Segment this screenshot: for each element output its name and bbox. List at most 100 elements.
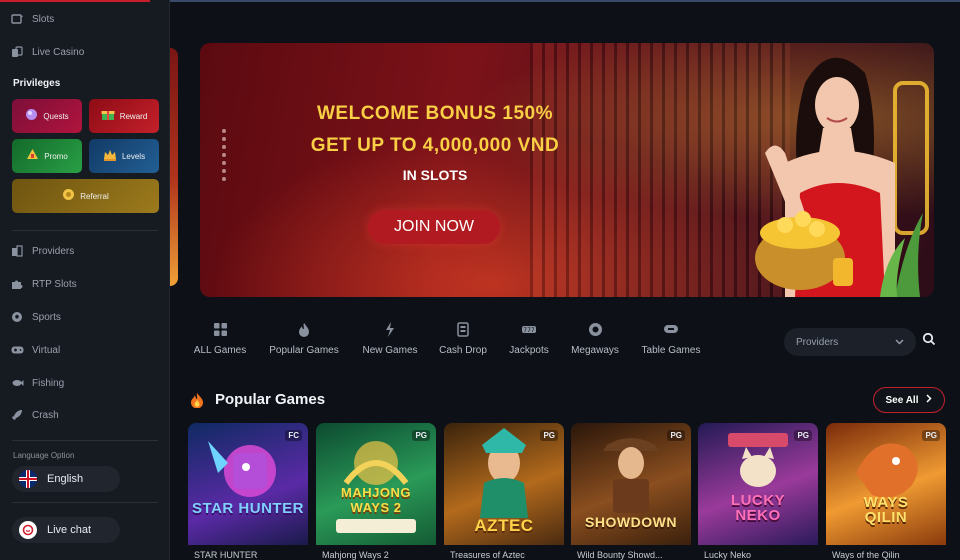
tab-table-games[interactable]: Table Games [634, 322, 708, 364]
privilege-label: Reward [119, 111, 148, 121]
fire-icon [190, 392, 204, 409]
privileges-heading: Privileges [13, 78, 61, 89]
sidebar-divider [12, 502, 158, 503]
privilege-label: Quests [43, 111, 69, 121]
section-title: Popular Games [215, 391, 326, 408]
promo-icon [26, 148, 39, 164]
svg-text:777: 777 [523, 327, 535, 334]
tab-label: Table Games [641, 345, 701, 356]
sidebar-item-sports[interactable]: Sports [10, 305, 160, 329]
search-button[interactable] [922, 332, 944, 352]
chat-bubble-icon [19, 521, 37, 539]
hero-banner[interactable]: WELCOME BONUS 150% GET UP TO 4,000,000 V… [200, 43, 934, 297]
game-card[interactable]: PG SHOWDOWN Wild Bounty Showd... [571, 423, 691, 560]
flame-icon [298, 322, 310, 338]
jackpot-icon: 777 [521, 322, 537, 338]
rocket-icon [10, 408, 24, 422]
game-name: Treasures of Aztec [450, 550, 525, 560]
sidebar-item-label: Providers [32, 245, 75, 257]
language-option-label: Language Option [13, 451, 75, 460]
referral-icon [62, 188, 75, 204]
sidebar-item-rtp-slots[interactable]: RTP Slots [10, 272, 160, 296]
sidebar-item-label: Crash [32, 409, 59, 421]
see-all-button[interactable]: See All [873, 387, 945, 413]
sidebar-item-label: Sports [32, 311, 61, 323]
game-card-art [188, 423, 308, 545]
privilege-quests-button[interactable]: Quests [12, 99, 82, 133]
quest-icon [25, 108, 38, 124]
privilege-reward-button[interactable]: Reward [89, 99, 159, 133]
gamepad-icon [10, 343, 24, 357]
tab-megaways[interactable]: Megaways [564, 322, 626, 364]
previous-banner-peek[interactable] [170, 48, 178, 286]
tab-label: New Games [362, 345, 418, 356]
tab-popular-games[interactable]: Popular Games [261, 322, 347, 364]
game-card[interactable]: FC STAR HUNTER STAR HUNTER [188, 423, 308, 560]
chevron-down-icon [895, 337, 904, 348]
tab-label: Cash Drop [439, 345, 487, 356]
game-logo: LUCKY NEKO [730, 492, 786, 524]
sidebar-item-crash[interactable]: Crash [10, 403, 160, 427]
sidebar-item-label: Slots [32, 13, 55, 25]
language-value: English [47, 473, 84, 485]
see-all-label: See All [885, 394, 919, 406]
tab-label: Popular Games [269, 345, 339, 356]
sidebar-item-virtual[interactable]: Virtual [10, 338, 160, 362]
banner-subheadline: GET UP TO 4,000,000 VND [310, 135, 560, 156]
table-games-icon [663, 322, 679, 338]
game-name: Mahjong Ways 2 [322, 550, 389, 560]
game-name: Ways of the Qilin [832, 550, 900, 560]
tab-new-games[interactable]: New Games [355, 322, 425, 364]
tab-label: ALL Games [193, 345, 247, 356]
privilege-promo-button[interactable]: Promo [12, 139, 82, 173]
live-chat-label: Live chat [47, 524, 92, 536]
privilege-label: Referral [80, 191, 109, 201]
tab-label: Jackpots [509, 345, 549, 356]
puzzle-icon [10, 277, 24, 291]
game-name: STAR HUNTER [194, 550, 258, 560]
game-name: Wild Bounty Showd... [577, 550, 663, 560]
privilege-levels-button[interactable]: Levels [89, 139, 159, 173]
sidebar: Slots Live Casino Privileges Quests Rewa… [0, 0, 170, 560]
tab-cash-drop[interactable]: Cash Drop [432, 322, 494, 364]
megaways-icon [588, 322, 603, 338]
slot-machine-icon [10, 12, 24, 26]
game-card[interactable]: PG LUCKY NEKO Lucky Neko [698, 423, 818, 560]
sidebar-item-live-casino[interactable]: Live Casino [10, 40, 160, 64]
game-logo: MAHJONG WAYS 2 [341, 485, 411, 515]
provider-badge: PG [922, 430, 940, 441]
chevron-right-icon [926, 394, 933, 406]
tab-jackpots[interactable]: 777 Jackpots [502, 322, 556, 364]
sidebar-item-slots[interactable]: Slots [10, 7, 160, 31]
sidebar-active-indicator [0, 0, 150, 2]
game-logo: STAR HUNTER [192, 500, 304, 517]
tab-label: Megaways [571, 345, 619, 356]
game-card-art [316, 423, 436, 545]
banner-headline: WELCOME BONUS 150% [317, 103, 553, 124]
privilege-label: Promo [44, 151, 68, 161]
game-card[interactable]: PG MAHJONG WAYS 2 Mahjong Ways 2 [316, 423, 436, 560]
language-select[interactable]: English [12, 466, 120, 492]
game-card[interactable]: PG AZTEC Treasures of Aztec [444, 423, 564, 560]
uk-flag-icon [19, 470, 37, 488]
lightning-icon [385, 322, 395, 338]
game-logo: WAYS QILIN [863, 494, 909, 526]
building-icon [10, 244, 24, 258]
game-name: Lucky Neko [704, 550, 752, 560]
providers-select[interactable]: Providers [784, 328, 916, 356]
tab-all-games[interactable]: ALL Games [188, 322, 252, 364]
sidebar-item-fishing[interactable]: Fishing [10, 371, 160, 395]
providers-select-value: Providers [796, 336, 839, 348]
game-logo: AZTEC [474, 516, 534, 535]
game-card-art [826, 423, 946, 545]
sidebar-item-providers[interactable]: Providers [10, 239, 160, 263]
join-now-button[interactable]: JOIN NOW [368, 210, 500, 244]
sidebar-item-label: RTP Slots [32, 278, 77, 290]
crown-icon [103, 149, 117, 164]
provider-badge: PG [412, 430, 430, 441]
privilege-referral-button[interactable]: Referral [12, 179, 159, 213]
cards-icon [10, 45, 24, 59]
game-card[interactable]: PG WAYS QILIN Ways of the Qilin [826, 423, 946, 560]
live-chat-button[interactable]: Live chat [12, 517, 120, 543]
provider-badge: PG [794, 430, 812, 441]
